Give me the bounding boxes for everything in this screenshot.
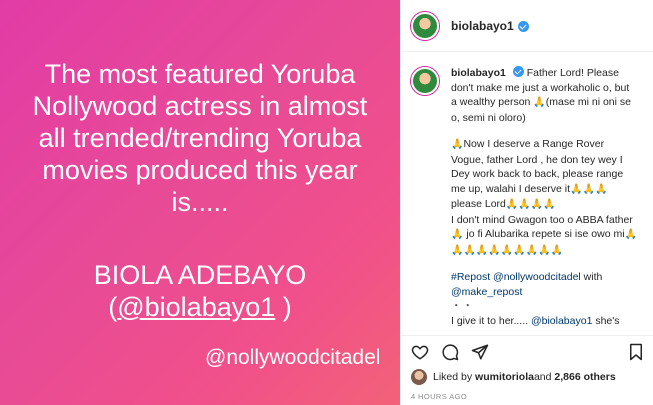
post-media[interactable]: The most featured Yoruba Nollywood actre… — [0, 0, 400, 405]
verified-badge-icon — [512, 66, 524, 77]
headline-line: all trended/trending Yoruba — [38, 123, 362, 153]
post-timestamp[interactable]: 4 HOURS AGO — [411, 392, 467, 401]
verified-badge-icon — [517, 21, 529, 32]
caption-text: please Lord — [451, 198, 506, 210]
pray-emoji: 🙏🙏🙏🙏 — [505, 199, 556, 210]
separator-dots: ・・ — [451, 300, 474, 312]
share-icon[interactable] — [471, 343, 489, 361]
liker-username[interactable]: wumitoriola — [475, 371, 534, 383]
caption-text: she's — [592, 314, 620, 327]
mention-link[interactable]: @nollywoodcitadel — [493, 271, 581, 283]
caption-body: biolabayo1 Father Lord! Please don't mak… — [451, 65, 637, 334]
caption-text: I give it to her..... — [451, 314, 529, 327]
action-bar — [401, 335, 653, 367]
media-headline: The most featured Yoruba Nollywood actre… — [14, 58, 386, 218]
handle-close-paren: ) — [275, 292, 292, 322]
hashtag-link[interactable]: #Repost — [451, 271, 490, 283]
media-actress-name: BIOLA ADEBAYO — [93, 260, 307, 290]
headline-line: Nollywood actress in almost — [32, 91, 368, 121]
caption-text: jo fi Alubarika repete si ise owo mi — [466, 228, 625, 240]
pray-emoji: 🙏 — [533, 97, 546, 108]
likes-prefix: Liked by — [433, 371, 473, 383]
pray-emoji: 🙏 — [451, 229, 464, 240]
headline-line: The most featured Yoruba — [44, 59, 356, 89]
mention-link[interactable]: @biolabayo1 — [531, 315, 592, 327]
handle-text: @biolabayo1 — [117, 292, 276, 322]
post-header: biolabayo1 — [401, 0, 653, 52]
mention-link[interactable]: @make_repost — [451, 286, 522, 298]
author-avatar[interactable] — [411, 11, 439, 40]
pray-emoji: 🙏🙏🙏 — [570, 183, 608, 195]
heart-icon[interactable] — [411, 343, 429, 361]
media-handle: (@biolabayo1 ) — [0, 291, 400, 323]
media-watermark: @nollywoodcitadel — [205, 346, 381, 369]
bookmark-icon[interactable] — [628, 343, 644, 361]
post-sidebar: biolabayo1 biolabayo1 Father Lord! Pleas… — [400, 0, 653, 405]
likes-count[interactable]: 2,866 others — [554, 371, 615, 383]
headline-line: is..... — [171, 187, 229, 217]
caption-avatar[interactable] — [411, 67, 439, 95]
caption-username[interactable]: biolabayo1 — [451, 67, 506, 79]
likes-summary: Liked by wumitoriola and 2,866 others — [411, 369, 616, 385]
caption-text: I don't mind Gwagon too o ABBA father — [451, 213, 633, 226]
likes-middle: and — [533, 371, 552, 383]
handle-open-paren: ( — [108, 292, 118, 322]
pray-emoji: 🙏 — [451, 139, 464, 150]
caption: biolabayo1 Father Lord! Please don't mak… — [411, 65, 644, 334]
comment-icon[interactable] — [441, 343, 459, 361]
liker-avatar[interactable] — [411, 369, 427, 385]
caption-text: with — [580, 271, 603, 283]
caption-area: biolabayo1 Father Lord! Please don't mak… — [401, 53, 653, 334]
author-username[interactable]: biolabayo1 — [451, 19, 514, 33]
headline-line: movies produced this year — [42, 155, 358, 185]
